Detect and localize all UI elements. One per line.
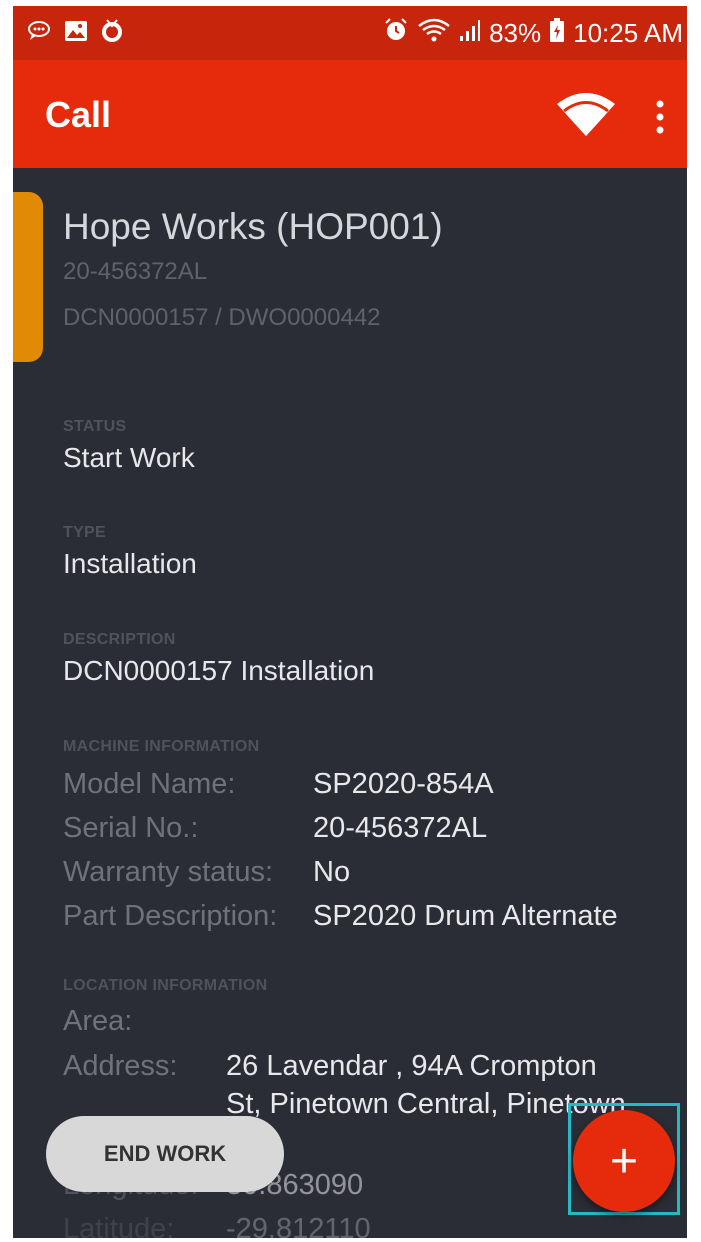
- address-row: Address: 26 Lavendar , 94A Crompton St, …: [63, 1047, 626, 1123]
- location-section: LOCATION INFORMATION Area: Address: 26 L…: [63, 977, 626, 1238]
- machine-label: MACHINE INFORMATION: [63, 738, 260, 755]
- address-line-2: St, Pinetown Central, Pinetown: [226, 1088, 626, 1120]
- wifi-icon[interactable]: [555, 90, 617, 143]
- status-section: STATUS Start Work: [63, 418, 195, 474]
- latitude-value: -29.812110: [226, 1213, 371, 1238]
- description-label: DESCRIPTION: [63, 631, 176, 648]
- machine-row-key: Model Name:: [63, 768, 236, 800]
- address-label: Address:: [63, 1050, 178, 1082]
- add-button[interactable]: +: [573, 1110, 675, 1212]
- status-bar: 83% 10:25 AM: [13, 6, 687, 60]
- description-value: DCN0000157 Installation: [63, 655, 375, 686]
- type-value: Installation: [63, 548, 197, 579]
- priority-accent-bar: [13, 192, 43, 362]
- clock-time: 10:25 AM: [573, 17, 683, 48]
- area-label: Area:: [63, 1005, 133, 1037]
- plus-icon: +: [609, 1134, 639, 1188]
- notification-app-icon: [99, 18, 125, 44]
- address-line-1: 26 Lavendar , 94A Crompton: [226, 1050, 597, 1082]
- latitude-label: Latitude:: [63, 1213, 175, 1238]
- machine-row-value: SP2020 Drum Alternate: [313, 900, 618, 932]
- machine-rows: Model Name: SP2020-854A Serial No.: 20-456…: [63, 762, 618, 938]
- machine-row-key: Part Description:: [63, 900, 278, 932]
- end-work-button[interactable]: END WORK: [46, 1116, 284, 1192]
- latitude-row: Latitude: -29.812110: [63, 1207, 626, 1238]
- machine-row-value: No: [313, 856, 351, 888]
- machine-row: Warranty status: No: [63, 850, 618, 894]
- app-toolbar: Call: [13, 60, 687, 168]
- wifi-status-icon: [417, 17, 451, 50]
- machine-row: Serial No.: 20-456372AL: [63, 806, 618, 850]
- status-label: STATUS: [63, 418, 127, 435]
- battery-icon: [549, 17, 565, 50]
- cell-signal-icon: [459, 18, 481, 49]
- status-right: 83% 10:25 AM: [383, 6, 687, 60]
- image-icon: [63, 18, 89, 44]
- battery-percent: 83%: [489, 17, 542, 48]
- toolbar-title: Call: [45, 94, 112, 135]
- machine-row-key: Warranty status:: [63, 856, 274, 888]
- machine-row-value: SP2020-854A: [313, 768, 494, 800]
- machine-section: MACHINE INFORMATION Model Name: SP2020-85…: [63, 738, 618, 938]
- machine-row-value: 20-456372AL: [313, 812, 488, 844]
- alarm-icon: [383, 17, 409, 50]
- area-row: Area:: [63, 999, 626, 1043]
- call-header: Hope Works (HOP001) 20-456372AL DCN00001…: [63, 206, 443, 332]
- description-section: DESCRIPTION DCN0000157 Installation: [63, 631, 374, 687]
- app-frame: 83% 10:25 AM Call Hope Works (HOP001) 20…: [13, 6, 687, 1238]
- type-section: TYPE Installation: [63, 524, 197, 580]
- machine-row: Part Description: SP2020 Drum Alternate: [63, 894, 618, 938]
- status-value: Start Work: [63, 442, 195, 473]
- chat-bubble-icon: [27, 18, 53, 44]
- machine-row: Model Name: SP2020-854A: [63, 762, 618, 806]
- customer-name: Hope Works (HOP001): [63, 206, 443, 247]
- header-references: DCN0000157 / DWO0000442: [63, 304, 381, 331]
- location-label: LOCATION INFORMATION: [63, 977, 268, 994]
- type-label: TYPE: [63, 524, 106, 541]
- machine-row-key: Serial No.:: [63, 812, 199, 844]
- header-serial: 20-456372AL: [63, 258, 208, 285]
- address-value: 26 Lavendar , 94A Crompton St, Pinetown …: [226, 1047, 626, 1123]
- more-vertical-icon[interactable]: [655, 98, 665, 138]
- status-left-icons: [27, 18, 125, 44]
